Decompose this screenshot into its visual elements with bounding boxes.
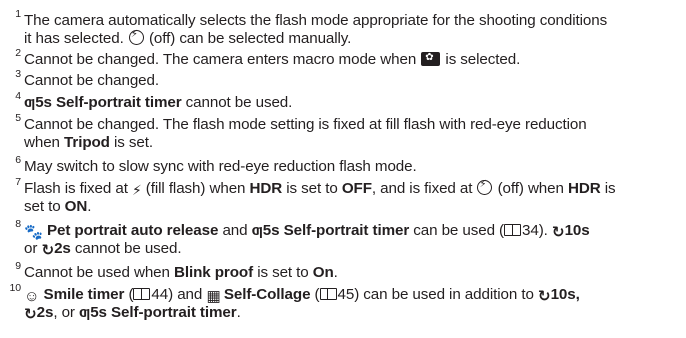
footnote-number: 7 — [15, 176, 21, 188]
macro-flower-icon — [421, 52, 441, 66]
footnote-number: 10 — [9, 282, 22, 294]
footnote-text: May switch to slow sync with red-eye red… — [24, 158, 417, 175]
timer-2s-label: 2s — [54, 240, 71, 258]
self-timer-icon: ↻ — [41, 242, 55, 260]
footnotes-list: 1 The camera automatically selects the f… — [0, 0, 686, 338]
footnote-text: set to — [24, 198, 61, 215]
footnote-6: 6 May switch to slow sync with red-eye r… — [15, 154, 674, 176]
footnote-text: cannot be used. — [74, 240, 182, 258]
footnote-text: The camera automatically selects the fla… — [24, 12, 608, 29]
self-timer-icon: ↻ — [24, 306, 37, 324]
footnote-number: 3 — [15, 68, 21, 80]
footnote-3: 3 Cannot be changed. — [15, 68, 674, 90]
self-portrait-timer-label: ƣ5s Self-portrait timer — [24, 94, 182, 111]
page-reference-icon — [133, 288, 151, 300]
footnote-text: when — [24, 134, 60, 151]
footnote-number: 2 — [15, 47, 21, 59]
lightning-bolt-icon: ⚡ — [131, 182, 142, 198]
footnote-text: . — [87, 198, 92, 215]
footnote-number: 4 — [15, 90, 21, 102]
footnote-1: 1 The camera automatically selects the f… — [15, 8, 674, 48]
footnote-4: 4 ƣ5s Self-portrait timer cannot be used… — [15, 90, 674, 112]
footnote-text: can be used ( — [413, 222, 505, 239]
self-portrait-timer-label: ƣ5s Self-portrait timer — [79, 304, 237, 322]
self-timer-icon: ↻ — [537, 288, 551, 305]
footnote-text: is — [604, 180, 616, 197]
footnote-text: is set to — [257, 264, 309, 281]
pet-portrait-label: Pet portrait auto release — [46, 222, 219, 239]
footnote-text: ( — [314, 286, 320, 303]
page-reference-icon — [319, 288, 337, 300]
blink-proof-label: Blink proof — [174, 264, 254, 281]
footnote-text: (off) when — [497, 180, 564, 197]
self-portrait-timer-label: ƣ5s Self-portrait timer — [251, 222, 410, 239]
timer-2s-label: 2s — [36, 304, 54, 322]
footnote-text: and — [222, 222, 248, 239]
flash-off-icon — [477, 180, 493, 195]
self-collage-icon: ▦ — [206, 288, 220, 305]
footnote-text: (fill flash) when — [145, 180, 246, 197]
footnote-text: Flash is fixed at — [24, 180, 128, 197]
self-timer-icon: ↻ — [551, 224, 565, 241]
footnote-text: it has selected. — [24, 30, 124, 47]
footnote-10: 10 ☺ Smile timer (44) and ▦ Self-Collage… — [10, 282, 674, 324]
footnote-text: Cannot be changed. The camera enters mac… — [24, 51, 417, 68]
footnote-number: 9 — [15, 260, 21, 272]
footnote-text: , or — [53, 304, 75, 322]
footnote-text: cannot be used. — [185, 94, 293, 111]
footnote-text: is set. — [113, 134, 153, 151]
self-collage-label: Self-Collage — [223, 286, 311, 303]
footnote-text: or — [24, 240, 38, 258]
off-label: OFF — [341, 180, 372, 197]
footnote-text: Cannot be used when — [24, 264, 170, 281]
footnote-9: 9 Cannot be used when Blink proof is set… — [15, 260, 674, 282]
page-reference: 44) and — [151, 286, 203, 303]
pet-portrait-icon: 🐾 — [24, 224, 43, 241]
footnote-text: Cannot be changed. — [24, 72, 159, 89]
page-reference-icon — [504, 224, 522, 236]
footnote-2: 2 Cannot be changed. The camera enters m… — [15, 47, 674, 69]
hdr-label: HDR — [249, 180, 283, 197]
footnote-text: , and is fixed at — [371, 180, 473, 197]
footnote-8: 8 🐾 Pet portrait auto release and ƣ5s Se… — [15, 218, 674, 260]
footnote-text: . — [236, 304, 241, 322]
on-label: ON — [64, 198, 88, 215]
footnote-number: 6 — [15, 154, 21, 166]
footnote-text: is set to — [286, 180, 338, 197]
tripod-label: Tripod — [64, 134, 110, 151]
footnote-5: 5 Cannot be changed. The flash mode sett… — [15, 112, 674, 152]
on-label: On — [312, 264, 334, 281]
timer-10s-label: 10s — [564, 222, 590, 239]
hdr-label: HDR — [567, 180, 601, 197]
smile-timer-label: Smile timer — [43, 286, 125, 303]
footnote-text: . — [333, 264, 338, 281]
page-reference: 45) can be used in addition to — [337, 286, 534, 303]
footnote-number: 8 — [15, 218, 21, 230]
timer-10s-label: 10s, — [550, 286, 580, 303]
flash-off-icon — [128, 30, 144, 45]
smile-timer-icon: ☺ — [24, 288, 40, 305]
page-reference: 34). — [522, 222, 548, 239]
footnote-text: (off) can be selected manually. — [148, 30, 352, 47]
footnote-7: 7 Flash is fixed at ⚡ (fill flash) when … — [15, 176, 674, 216]
footnote-text: is selected. — [445, 51, 521, 68]
footnote-text: Cannot be changed. The flash mode settin… — [24, 116, 587, 133]
footnote-number: 1 — [15, 8, 21, 20]
footnote-number: 5 — [15, 112, 21, 124]
